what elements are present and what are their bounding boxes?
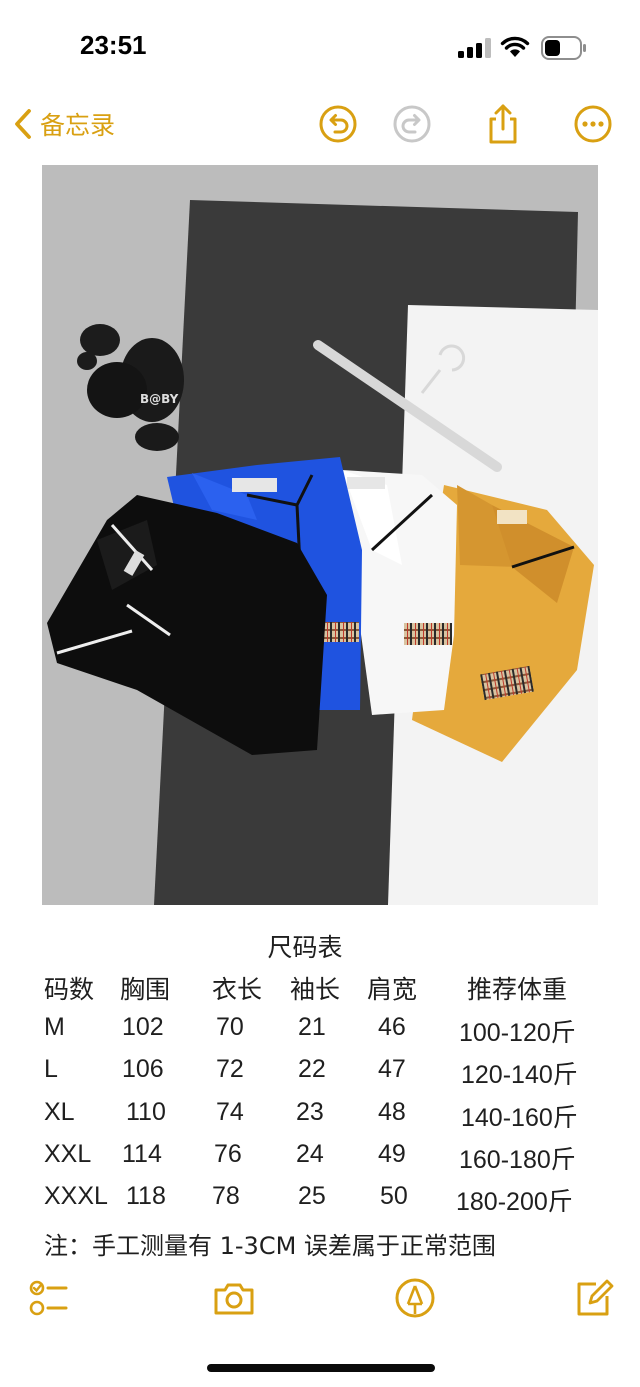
chevron-left-icon — [15, 109, 31, 139]
wifi-icon — [500, 36, 530, 57]
svg-text:B@BY: B@BY — [140, 392, 179, 406]
size-cell: 46 — [378, 1013, 406, 1041]
size-row: L 106 72 22 47 120-140斤 — [0, 1055, 640, 1089]
size-row: XXXL 118 78 25 50 180-200斤 — [0, 1182, 640, 1216]
size-row: XL 110 74 23 48 140-160斤 — [0, 1098, 640, 1132]
size-cell: 70 — [216, 1013, 244, 1041]
size-cell: 110 — [126, 1098, 166, 1126]
size-cell: 49 — [378, 1140, 406, 1168]
size-cell: 102 — [122, 1013, 164, 1041]
more-icon[interactable] — [571, 102, 615, 146]
back-label: 备忘录 — [40, 111, 116, 140]
size-cell: 180-200斤 — [456, 1188, 573, 1216]
status-time: 23:51 — [80, 30, 147, 60]
camera-icon[interactable] — [212, 1276, 256, 1320]
column-header: 码数 — [44, 975, 95, 1004]
size-cell: XXL — [44, 1140, 92, 1168]
size-cell: 120-140斤 — [461, 1061, 578, 1089]
size-row: XXL 114 76 24 49 160-180斤 — [0, 1140, 640, 1174]
size-cell: L — [44, 1055, 58, 1083]
size-cell: 106 — [122, 1055, 164, 1083]
size-cell: 48 — [378, 1098, 406, 1126]
size-cell: 23 — [296, 1098, 324, 1126]
size-cell: 72 — [216, 1055, 244, 1083]
size-cell: 74 — [216, 1098, 244, 1126]
column-header: 袖长 — [290, 975, 341, 1004]
size-cell: M — [44, 1013, 65, 1041]
size-cell: 50 — [380, 1182, 408, 1210]
size-cell: 118 — [126, 1182, 166, 1210]
size-cell: 76 — [214, 1140, 242, 1168]
redo-icon[interactable] — [390, 102, 434, 146]
size-chart-title: 尺码表 — [267, 933, 343, 962]
battery-icon — [541, 36, 586, 60]
column-header: 衣长 — [212, 975, 263, 1004]
bottom-toolbar — [0, 1270, 640, 1326]
back-button[interactable]: 备忘录 — [12, 104, 115, 144]
size-cell: 140-160斤 — [461, 1104, 578, 1132]
markup-icon[interactable] — [393, 1276, 437, 1320]
size-cell: XL — [44, 1098, 75, 1126]
size-row: M 102 70 21 46 100-120斤 — [0, 1013, 640, 1047]
column-header: 胸围 — [120, 975, 171, 1004]
size-cell: 22 — [298, 1055, 326, 1083]
column-header: 肩宽 — [367, 975, 418, 1004]
size-cell: 114 — [122, 1140, 162, 1168]
status-bar: 23:51 — [0, 0, 640, 96]
product-photo[interactable]: B@BY — [42, 165, 598, 905]
size-cell: 47 — [378, 1055, 406, 1083]
polo-shirts-illustration: B@BY — [42, 165, 598, 905]
size-cell: 160-180斤 — [459, 1146, 576, 1174]
home-indicator[interactable] — [207, 1364, 435, 1372]
size-cell: XXXL — [44, 1182, 108, 1210]
compose-icon[interactable] — [572, 1276, 616, 1320]
measurement-note: 注：手工测量有 1-3CM 误差属于正常范围 — [44, 1232, 496, 1260]
signal-icon — [458, 38, 491, 58]
checklist-icon[interactable] — [28, 1276, 72, 1320]
undo-icon[interactable] — [316, 102, 360, 146]
nav-bar: 备忘录 — [0, 96, 640, 156]
size-cell: 24 — [296, 1140, 324, 1168]
size-cell: 25 — [298, 1182, 326, 1210]
size-chart-header: 码数 胸围 衣长 袖长 肩宽 推荐体重 — [0, 970, 640, 1004]
size-cell: 78 — [212, 1182, 240, 1210]
share-icon[interactable] — [481, 102, 525, 146]
size-cell: 21 — [298, 1013, 326, 1041]
size-cell: 100-120斤 — [459, 1019, 576, 1047]
column-header: 推荐体重 — [467, 975, 568, 1004]
